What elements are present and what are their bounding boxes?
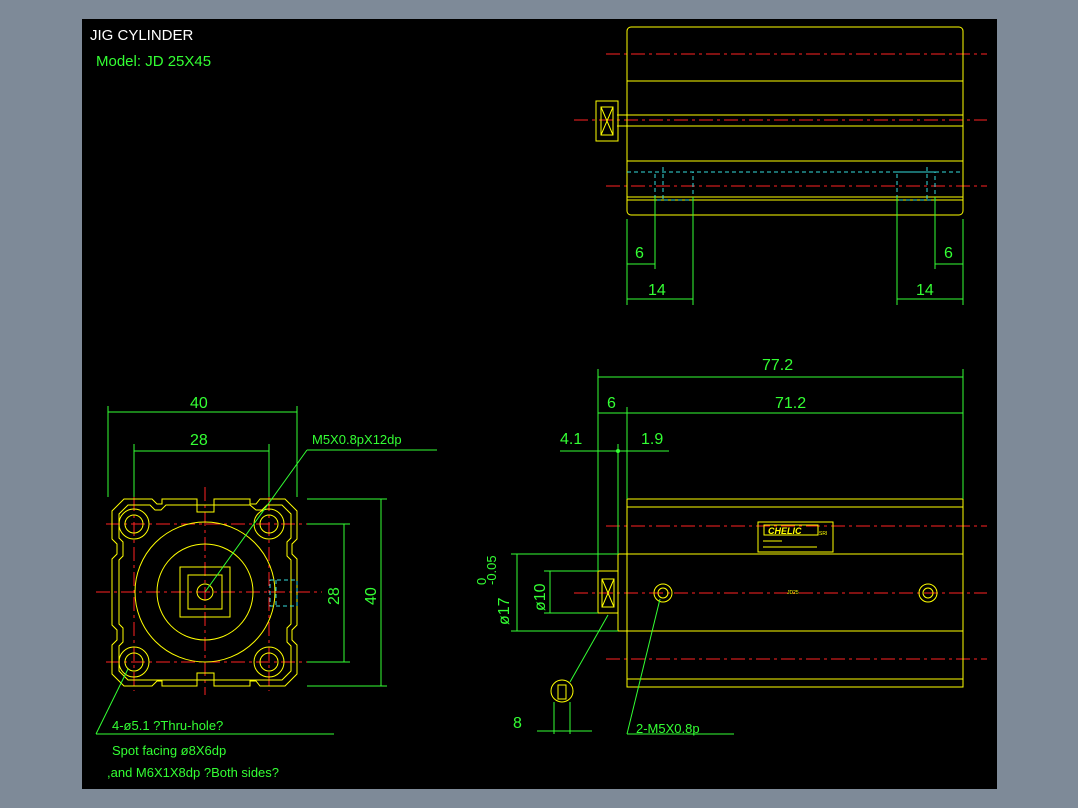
- dim-front-40-height: 40: [363, 587, 380, 605]
- brand-plate-sub: SRI: [819, 531, 827, 537]
- top-view-body: [626, 26, 964, 216]
- top-view: 6 6 14 14: [574, 26, 987, 305]
- dim-dia-10: ø10: [532, 583, 549, 611]
- callout-ports: 2-M5X0.8p: [636, 721, 700, 736]
- dim-overall-77-2: 77.2: [762, 357, 793, 374]
- side-view: CHELIC SRI JD25 77.2 6 71.2 4.1 1.9 ø10 …: [474, 357, 987, 736]
- callout-spot-facing: Spot facing ø8X6dp: [112, 743, 226, 758]
- model-label: Model: JD 25X45: [96, 53, 211, 70]
- body-label: JD25: [787, 590, 799, 596]
- dim-4-1: 4.1: [560, 431, 582, 448]
- callout-thread: M5X0.8pX12dp: [312, 432, 402, 447]
- dim-front-28-height: 28: [326, 587, 343, 605]
- front-view: 40 28 28 40 M5X0.8pX12dp 4-ø5.1 ?Thru-ho…: [95, 395, 437, 780]
- cad-drawing-canvas: JIG CYLINDER Model: JD 25X45 6 6 14 14 4…: [82, 19, 997, 789]
- brand-plate-logo: CHELIC: [768, 526, 802, 536]
- dim-top-right-6: 6: [944, 245, 953, 262]
- callout-holes: 4-ø5.1 ?Thru-hole?: [112, 718, 223, 733]
- dim-front-28-width: 28: [190, 432, 208, 449]
- dim-front-40-width: 40: [190, 395, 208, 412]
- drawing-svg: JIG CYLINDER Model: JD 25X45 6 6 14 14 4…: [90, 26, 987, 780]
- dim-1-9: 1.9: [641, 431, 663, 448]
- dim-body-71-2: 71.2: [775, 395, 806, 412]
- callout-counterbore: ,and M6X1X8dp ?Both sides?: [107, 765, 279, 780]
- dim-top-right-14: 14: [916, 282, 934, 299]
- dim-dia-17: ø17: [496, 597, 513, 625]
- dim-8: 8: [513, 715, 522, 732]
- tol-lower: -0.05: [484, 555, 499, 585]
- dim-rod-6: 6: [607, 395, 616, 412]
- dim-top-left-6: 6: [635, 245, 644, 262]
- drawing-title: JIG CYLINDER: [90, 27, 194, 44]
- dim-top-left-14: 14: [648, 282, 666, 299]
